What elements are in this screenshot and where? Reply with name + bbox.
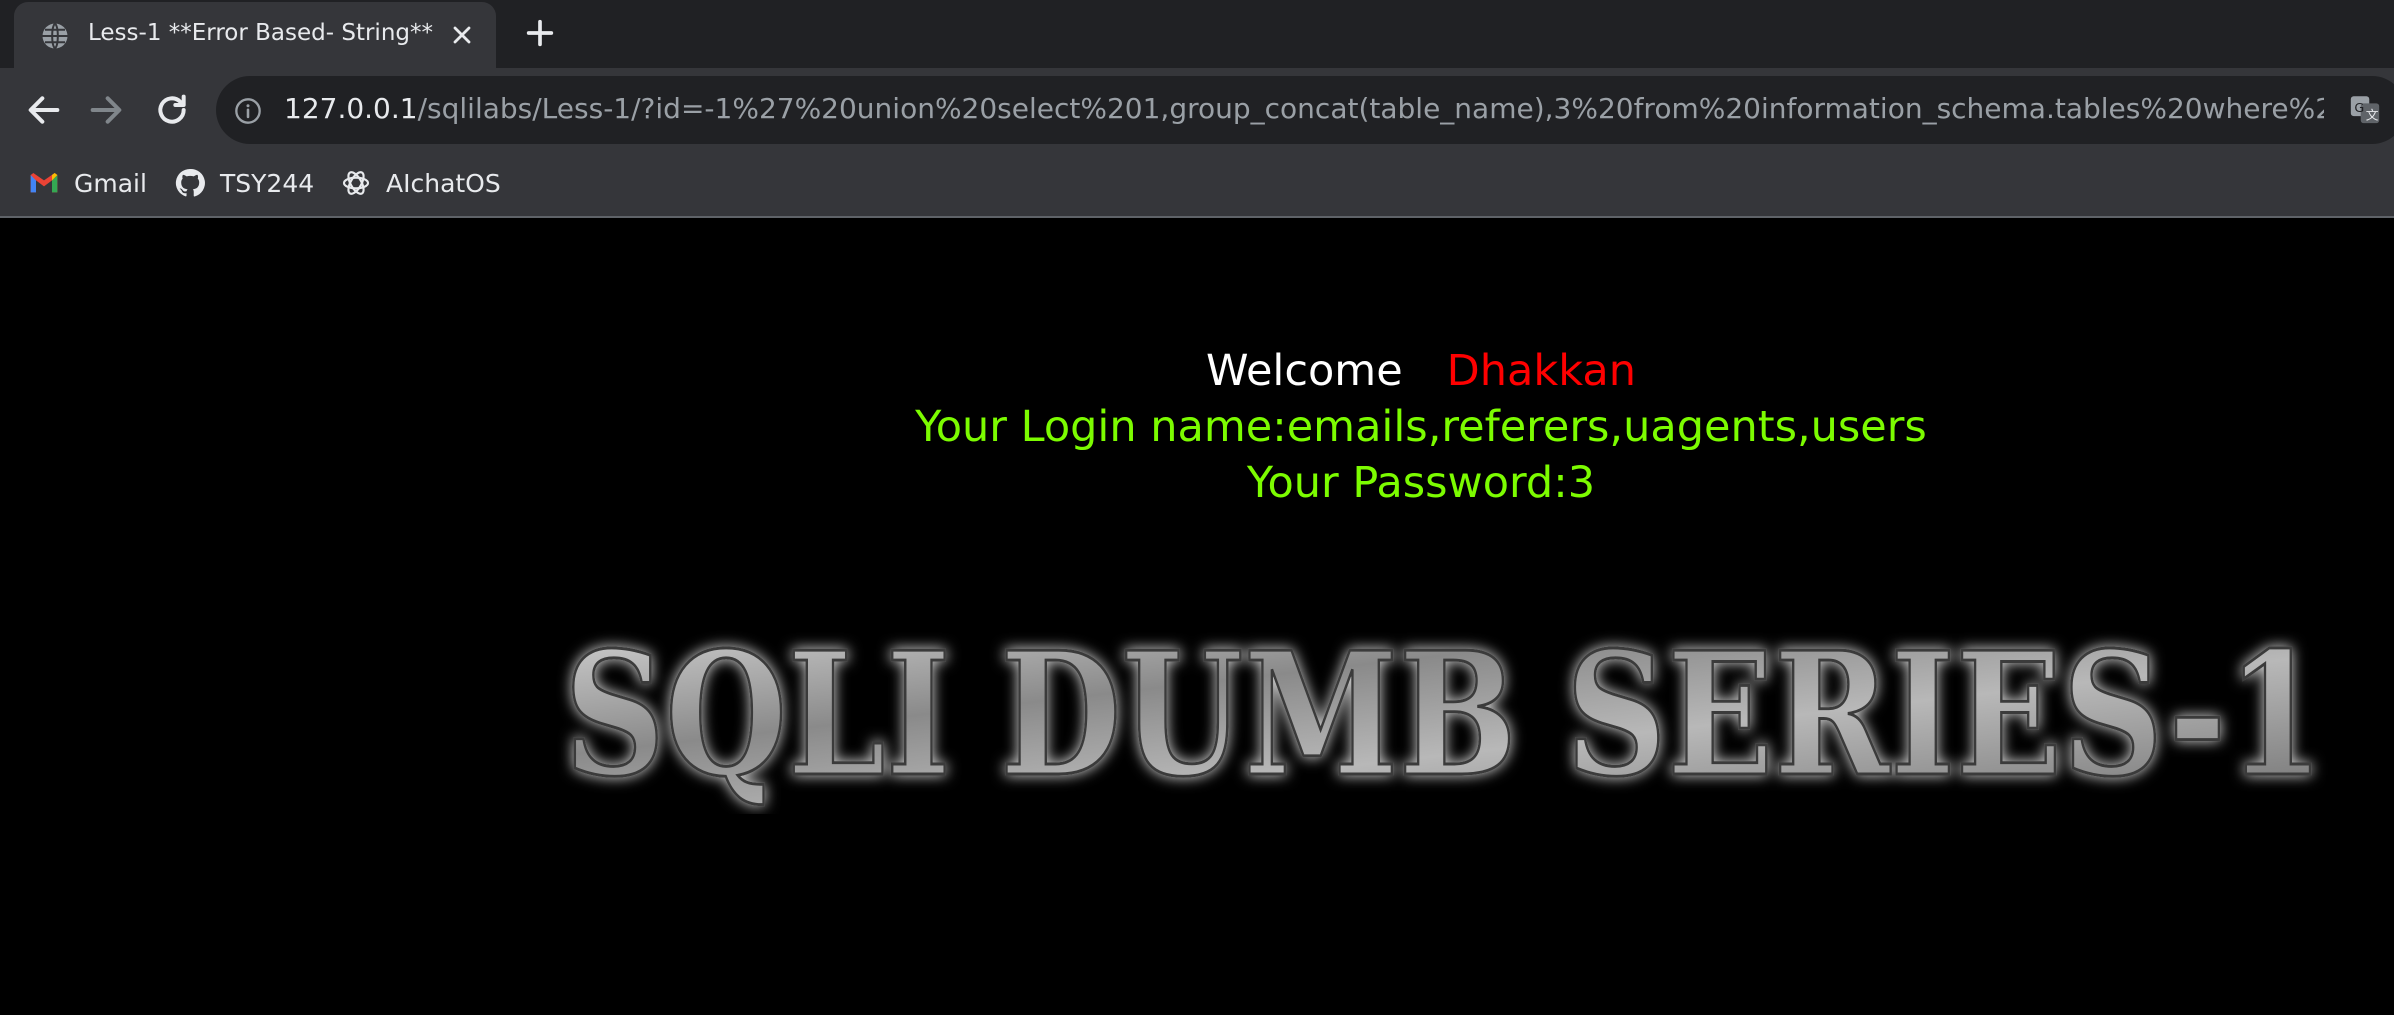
info-icon[interactable] — [234, 97, 262, 125]
tab-strip: Less-1 **Error Based- String** — [0, 0, 2394, 68]
banner-text: SQLI DUMB SERIES-1 — [564, 615, 2324, 814]
url-path: /sqlilabs/Less-1/?id=-1%27%20union%20sel… — [417, 92, 2324, 125]
svg-text:文: 文 — [2366, 109, 2379, 124]
browser-tab[interactable]: Less-1 **Error Based- String** — [14, 2, 496, 68]
page-content: Welcome Dhakkan Your Login name:emails,re… — [0, 218, 2394, 1015]
openai-icon — [342, 171, 370, 195]
globe-icon — [42, 22, 68, 50]
welcome-label: Welcome — [1205, 346, 1403, 396]
reload-button[interactable] — [152, 90, 192, 130]
password-line: Your Password:3 — [1246, 458, 1596, 508]
gmail-icon — [30, 173, 58, 193]
bookmark-label: AIchatOS — [386, 168, 501, 198]
url-text[interactable]: 127.0.0.1/sqlilabs/Less-1/?id=-1%27%20un… — [284, 92, 2324, 125]
back-button[interactable] — [24, 90, 64, 130]
translate-icon[interactable]: G 文 — [2348, 92, 2382, 126]
forward-button[interactable] — [86, 90, 126, 130]
sqli-dumb-series-banner: SQLI DUMB SERIES-1 — [563, 614, 2326, 814]
close-icon[interactable] — [448, 21, 476, 49]
welcome-name: Dhakkan — [1446, 346, 1637, 396]
bookmark-label: TSY244 — [220, 168, 315, 198]
svg-text:G: G — [2354, 101, 2364, 116]
url-host: 127.0.0.1 — [284, 92, 418, 125]
new-tab-button[interactable] — [523, 16, 557, 50]
bookmarks-bar: Gmail TSY244 AIchatOS — [0, 152, 2394, 218]
address-bar[interactable]: 127.0.0.1/sqlilabs/Less-1/?id=-1%27%20un… — [216, 76, 2394, 144]
tab-title: Less-1 **Error Based- String** — [88, 20, 433, 46]
login-name-line: Your Login name:emails,referers,uagents,… — [915, 402, 1927, 452]
bookmark-label: Gmail — [74, 168, 147, 198]
bookmark-aichatos[interactable]: AIchatOS — [340, 166, 501, 200]
github-icon — [175, 168, 205, 197]
browser-toolbar: 127.0.0.1/sqlilabs/Less-1/?id=-1%27%20un… — [0, 68, 2394, 152]
welcome-line: Welcome Dhakkan — [0, 346, 2394, 396]
bookmark-tsy244[interactable]: TSY244 — [174, 166, 314, 200]
bookmark-gmail[interactable]: Gmail — [28, 166, 147, 200]
